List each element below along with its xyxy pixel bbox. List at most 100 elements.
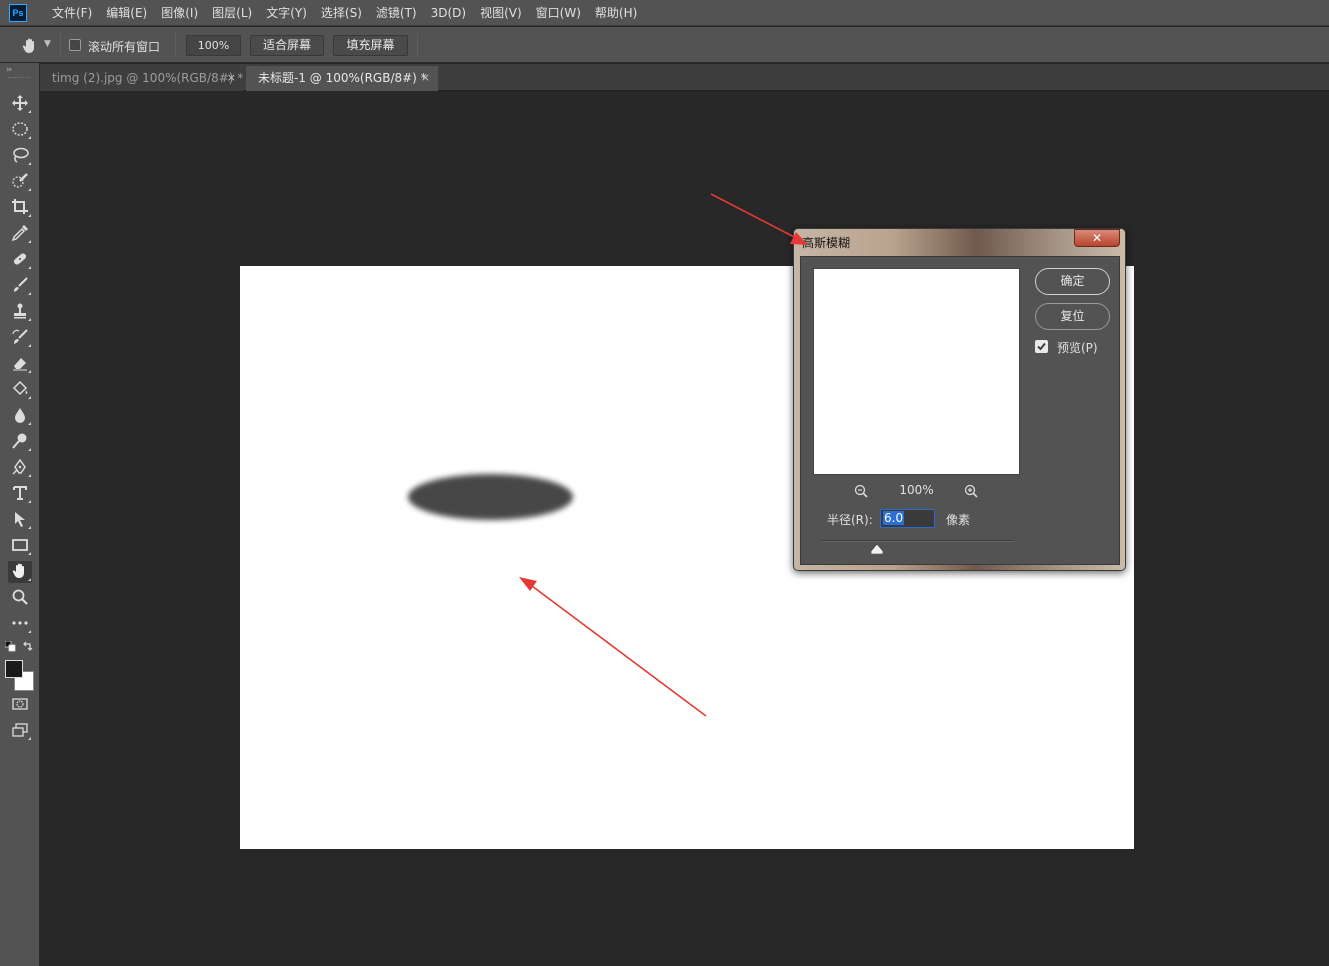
history-brush-tool[interactable] [8,327,32,349]
eyedropper-icon [11,224,29,245]
more-tools-icon [11,614,29,635]
separator [60,33,61,57]
menu-image[interactable]: 图像(I) [154,0,205,26]
move-icon [11,94,29,115]
pen-tool[interactable] [8,457,32,479]
swap-colors-icon[interactable] [22,640,34,652]
rectangle-tool[interactable] [8,535,32,557]
reset-button[interactable]: 复位 [1035,303,1110,330]
lasso-icon [11,146,29,167]
crop-tool[interactable] [8,197,32,219]
radius-label: 半径(R): [827,513,873,527]
clone-stamp-icon [11,302,29,323]
clone-stamp-tool[interactable] [8,301,32,323]
move-tool[interactable] [8,93,32,115]
zoom-in-icon[interactable] [963,483,979,499]
menu-edit[interactable]: 编辑(E) [99,0,154,26]
blur-icon [11,406,29,427]
photoshop-logo: Ps [9,3,27,22]
eyedropper-tool[interactable] [8,223,32,245]
menu-select[interactable]: 选择(S) [314,0,369,26]
blur-tool[interactable] [8,405,32,427]
tab-label: timg (2).jpg @ 100%(RGB/8#) * [52,71,244,85]
history-brush-icon [11,328,29,349]
separator [417,33,418,57]
menu-bar: Ps 文件(F) 编辑(E) 图像(I) 图层(L) 文字(Y) 选择(S) 滤… [0,0,1329,26]
tools-panel: ›› [0,63,40,966]
radius-slider-thumb[interactable] [870,543,884,555]
type-tool[interactable] [8,483,32,505]
radius-value: 6.0 [883,511,905,525]
healing-brush-tool[interactable] [8,249,32,271]
blurred-ellipse-shape [408,474,573,520]
radius-slider[interactable] [821,540,1013,542]
separator [175,33,176,57]
eraser-tool[interactable] [8,353,32,375]
hand-icon [11,562,29,583]
fill-screen-button[interactable]: 填充屏幕 [333,35,408,56]
menu-window[interactable]: 窗口(W) [529,0,588,26]
zoom-tool[interactable] [8,587,32,609]
document-tabs: timg (2).jpg @ 100%(RGB/8#) * × 未标题-1 @ … [40,64,1329,91]
quick-select-icon [11,172,29,193]
marquee-ellipse-icon [11,120,29,141]
menu-view[interactable]: 视图(V) [473,0,529,26]
chevron-down-icon[interactable]: ▼ [44,39,51,49]
screen-mode-button[interactable] [8,720,32,742]
eraser-icon [11,354,29,375]
preview-checkbox[interactable] [1035,340,1048,353]
menu-layer[interactable]: 图层(L) [205,0,259,26]
pen-icon [11,458,29,479]
healing-brush-icon [11,250,29,271]
dialog-body: 100% 半径(R): 6.0 像素 确定 复位 预览(P) [800,256,1120,565]
zoom-level-field[interactable]: 100% [186,35,241,56]
brush-tool[interactable] [8,275,32,297]
marquee-tool[interactable] [8,119,32,141]
scroll-all-windows-checkbox[interactable] [69,39,81,51]
tab-untitled-1[interactable]: 未标题-1 @ 100%(RGB/8#) * × [246,66,438,91]
close-icon[interactable]: × [421,66,430,90]
quick-mask-button[interactable] [8,694,32,716]
screen-mode-icon [11,721,29,742]
paint-bucket-icon [11,380,29,401]
menu-help[interactable]: 帮助(H) [588,0,644,26]
dodge-icon [11,432,29,453]
checkmark-icon [1037,342,1046,351]
path-select-tool[interactable] [8,509,32,531]
menu-3d[interactable]: 3D(D) [424,0,473,26]
more-tools[interactable] [8,613,32,635]
menu-filter[interactable]: 滤镜(T) [369,0,424,26]
tab-label: 未标题-1 @ 100%(RGB/8#) * [258,71,427,85]
lasso-tool[interactable] [8,145,32,167]
panel-collapse-icon[interactable]: ›› [6,65,12,75]
tab-timg[interactable]: timg (2).jpg @ 100%(RGB/8#) * × [40,66,244,91]
gaussian-blur-dialog: 高斯模糊 ✕ 100% 半径(R): 6.0 像素 确定 复位 预览(P) [793,228,1126,571]
blur-preview[interactable] [813,268,1020,475]
options-bar: ▼ 滚动所有窗口 100% 适合屏幕 填充屏幕 [0,27,1329,63]
radius-input[interactable]: 6.0 [880,509,935,528]
preview-zoom-row: 100% [813,482,1020,500]
close-icon[interactable]: × [227,66,236,90]
quick-select-tool[interactable] [8,171,32,193]
panel-grip[interactable] [8,77,30,79]
menu-file[interactable]: 文件(F) [45,0,99,26]
default-colors-icon[interactable] [4,640,17,653]
zoom-icon [11,588,29,609]
ok-button[interactable]: 确定 [1035,268,1110,295]
close-icon[interactable]: ✕ [1074,229,1120,247]
type-icon [11,484,29,505]
quick-mask-icon [11,695,29,716]
dodge-tool[interactable] [8,431,32,453]
hand-tool-preset-icon[interactable] [20,36,40,56]
paint-bucket-tool[interactable] [8,379,32,401]
dialog-title: 高斯模糊 [802,236,851,250]
hand-tool[interactable] [8,561,32,583]
scroll-all-windows-label: 滚动所有窗口 [88,40,161,54]
fit-screen-button[interactable]: 适合屏幕 [250,35,324,56]
foreground-color-swatch[interactable] [5,660,23,678]
rectangle-icon [11,536,29,557]
path-select-icon [11,510,29,531]
preview-label: 预览(P) [1057,341,1098,355]
radius-unit: 像素 [946,513,971,527]
menu-type[interactable]: 文字(Y) [259,0,314,26]
